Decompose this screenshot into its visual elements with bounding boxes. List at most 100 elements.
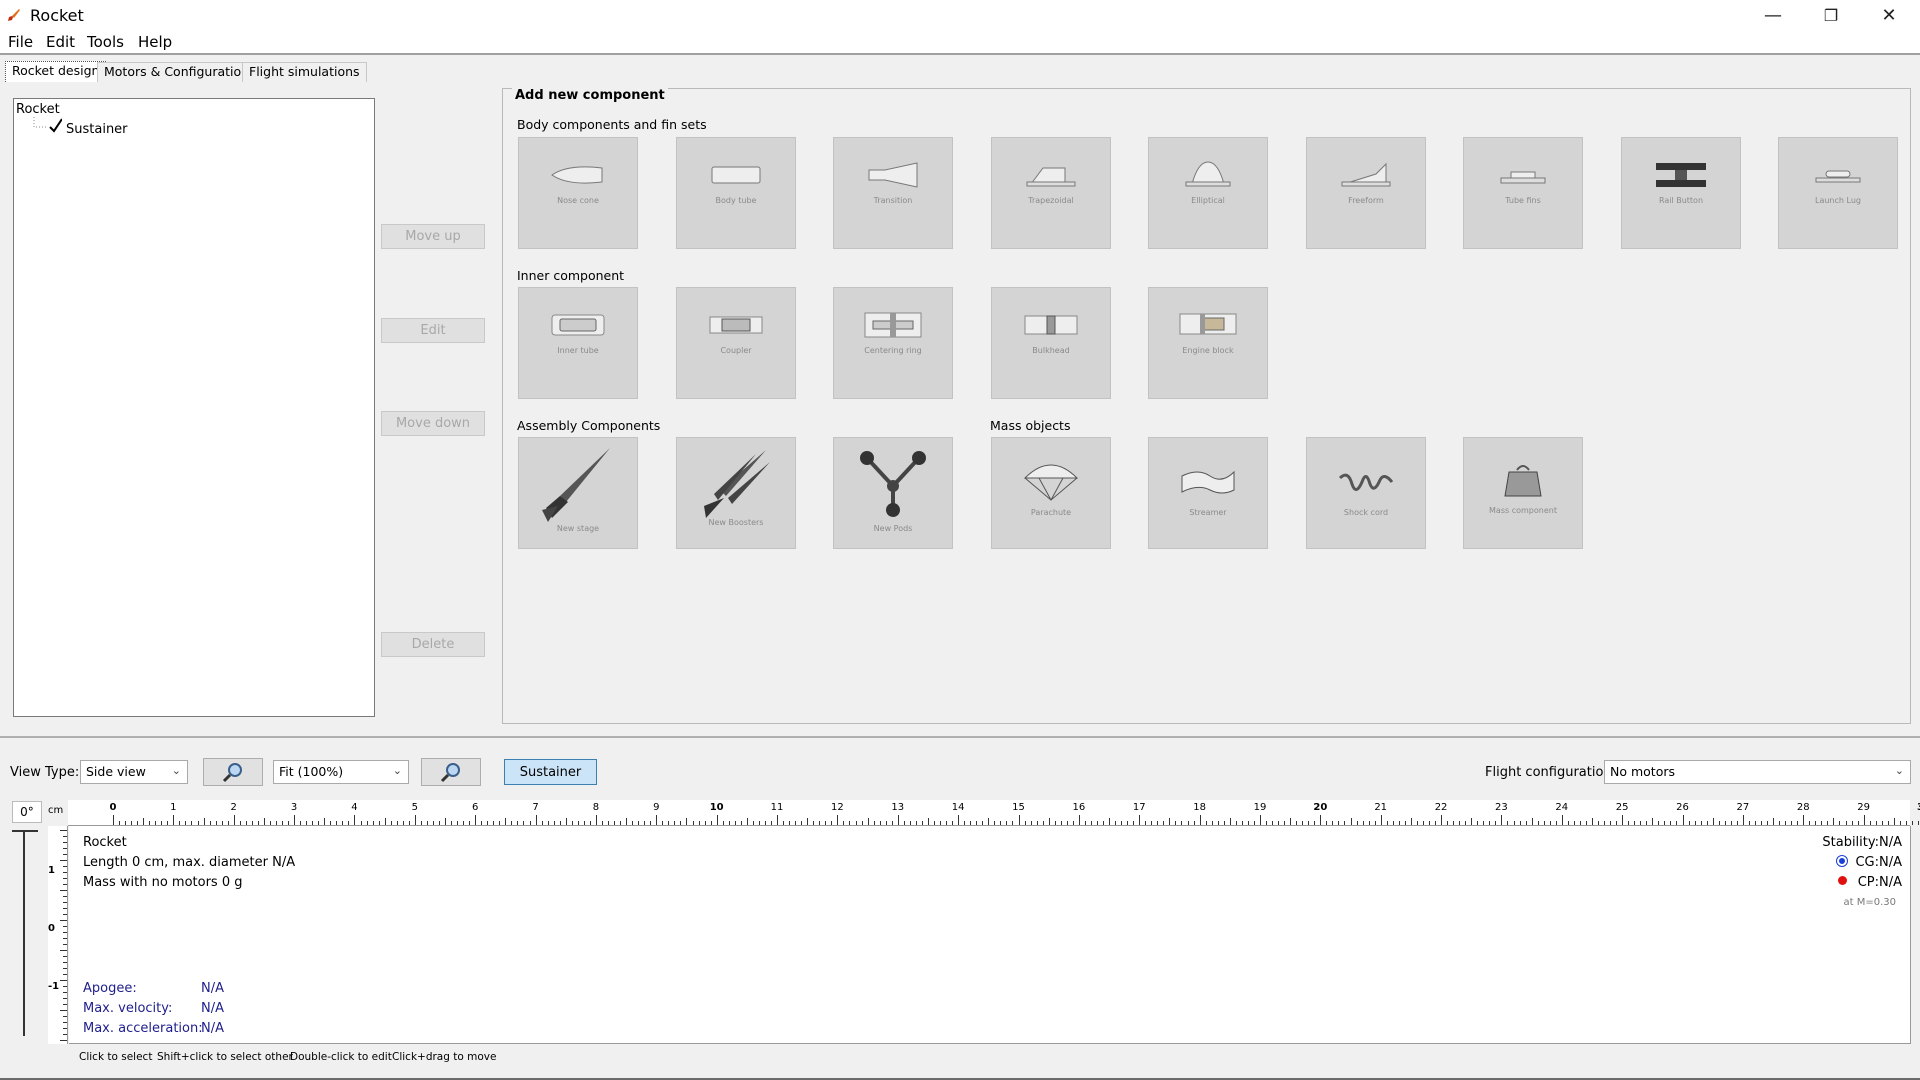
nose-cone-button[interactable]: Nose cone xyxy=(518,137,638,249)
zoom-in-icon xyxy=(222,763,242,783)
restore-button[interactable]: ❐ xyxy=(1802,0,1860,30)
vertical-ruler-tick xyxy=(63,872,67,873)
ruler-tick xyxy=(704,821,706,825)
new-pods-button[interactable]: New Pods xyxy=(833,437,953,549)
menu-file[interactable]: File xyxy=(8,33,33,51)
zoom-in-button[interactable] xyxy=(203,758,263,786)
vertical-ruler-tick xyxy=(63,926,67,927)
tab-motors-configuration[interactable]: Motors & Configuration xyxy=(97,62,257,82)
minimize-button[interactable]: — xyxy=(1744,0,1802,30)
ruler-tick xyxy=(1555,821,1557,825)
ruler-tick xyxy=(1272,821,1274,825)
ruler-tick xyxy=(1736,821,1738,825)
launch-lug-button[interactable]: Launch Lug xyxy=(1778,137,1898,249)
coupler-button[interactable]: Coupler xyxy=(676,287,796,399)
sustainer-stage-button[interactable]: Sustainer xyxy=(504,759,597,785)
ruler-tick xyxy=(1748,821,1750,825)
mass-component-button[interactable]: Mass component xyxy=(1463,437,1583,549)
rotation-angle-field[interactable]: 0° xyxy=(12,801,42,823)
ruler-tick xyxy=(728,821,730,825)
tree-item-rocket[interactable]: Rocket xyxy=(16,102,60,117)
ruler-unit-label: cm xyxy=(48,805,64,816)
rocket-figure-canvas[interactable] xyxy=(69,826,1911,1044)
trapezoidal-fin-button[interactable]: Trapezoidal xyxy=(991,137,1111,249)
ruler-tick xyxy=(1145,821,1147,825)
ruler-tick xyxy=(1688,821,1690,825)
rotation-slider-track[interactable] xyxy=(23,830,25,1036)
new-stage-button[interactable]: New stage xyxy=(518,437,638,549)
body-tube-button[interactable]: Body tube xyxy=(676,137,796,249)
ruler-tick xyxy=(1730,821,1732,825)
engine-block-button[interactable]: Engine block xyxy=(1148,287,1268,399)
ruler-tick xyxy=(1247,821,1249,825)
ruler-tick xyxy=(589,821,591,825)
rail-button-button[interactable]: Rail Button xyxy=(1621,137,1741,249)
new-stage-icon xyxy=(542,448,610,522)
tree-connector-icon xyxy=(33,117,62,133)
ruler-tick xyxy=(547,821,549,825)
ruler-tick xyxy=(1000,821,1002,825)
menu-edit[interactable]: Edit xyxy=(46,33,75,51)
bulkhead-button[interactable]: Bulkhead xyxy=(991,287,1111,399)
streamer-button[interactable]: Streamer xyxy=(1148,437,1268,549)
max-velocity-value: N/A xyxy=(201,1001,224,1016)
ruler-tick xyxy=(1622,815,1624,825)
ruler-tick xyxy=(197,821,199,825)
ruler-tick xyxy=(257,821,259,825)
component-tree[interactable]: Rocket Sustainer xyxy=(13,98,375,717)
ruler-tick xyxy=(843,821,845,825)
zoom-out-button[interactable] xyxy=(421,758,481,786)
ruler-tick xyxy=(1096,821,1098,825)
ruler-tick xyxy=(1422,821,1424,825)
menu-tools[interactable]: Tools xyxy=(87,33,124,51)
ruler-tick xyxy=(656,815,658,825)
ruler-tick xyxy=(445,818,447,825)
zoom-select[interactable]: Fit (100%) ⌄ xyxy=(273,760,409,784)
ruler-tick xyxy=(1507,821,1509,825)
ruler-tick xyxy=(668,821,670,825)
vertical-ruler-tick xyxy=(63,878,67,879)
ruler-tick xyxy=(1899,821,1901,825)
tab-flight-simulations[interactable]: Flight simulations xyxy=(242,62,367,82)
new-boosters-button[interactable]: New Boosters xyxy=(676,437,796,549)
view-type-select[interactable]: Side view ⌄ xyxy=(80,760,188,784)
rotation-slider-thumb[interactable] xyxy=(12,830,38,836)
section-assembly-components: Assembly Components xyxy=(517,418,661,433)
ruler-tick xyxy=(891,821,893,825)
delete-button[interactable]: Delete xyxy=(381,632,485,657)
parachute-button[interactable]: Parachute xyxy=(991,437,1111,549)
ruler-tick xyxy=(1139,815,1141,825)
edit-button[interactable]: Edit xyxy=(381,318,485,343)
centering-ring-button[interactable]: Centering ring xyxy=(833,287,953,399)
tree-item-sustainer[interactable]: Sustainer xyxy=(66,122,128,137)
max-acceleration-value: N/A xyxy=(201,1021,224,1036)
ruler-tick-label: 5 xyxy=(411,802,419,813)
ruler-tick xyxy=(438,821,440,825)
vertical-ruler-tick xyxy=(60,830,67,831)
inner-tube-button[interactable]: Inner tube xyxy=(518,287,638,399)
component-label: Parachute xyxy=(1030,508,1072,517)
tube-fins-button[interactable]: Tube fins xyxy=(1463,137,1583,249)
move-up-button[interactable]: Move up xyxy=(381,224,485,249)
ruler-tick xyxy=(1241,821,1243,825)
ruler-tick xyxy=(1066,821,1068,825)
elliptical-fin-button[interactable]: Elliptical xyxy=(1148,137,1268,249)
transition-button[interactable]: Transition xyxy=(833,137,953,249)
ruler-tick xyxy=(710,821,712,825)
ruler-tick xyxy=(1549,821,1551,825)
close-button[interactable]: ✕ xyxy=(1860,0,1918,30)
vertical-ruler-tick xyxy=(63,854,67,855)
component-label: Body tube xyxy=(715,196,757,205)
ruler-tick xyxy=(1754,821,1756,825)
menu-help[interactable]: Help xyxy=(138,33,172,51)
ruler-tick xyxy=(1869,821,1871,825)
ruler-tick xyxy=(650,821,652,825)
ruler-tick xyxy=(487,821,489,825)
shock-cord-button[interactable]: Shock cord xyxy=(1306,437,1426,549)
tab-rocket-design[interactable]: Rocket design xyxy=(5,61,107,82)
ruler-tick xyxy=(149,821,151,825)
freeform-fin-button[interactable]: Freeform xyxy=(1306,137,1426,249)
move-down-button[interactable]: Move down xyxy=(381,411,485,436)
flight-configuration-select[interactable]: No motors ⌄ xyxy=(1604,760,1911,784)
ruler-tick xyxy=(1791,821,1793,825)
